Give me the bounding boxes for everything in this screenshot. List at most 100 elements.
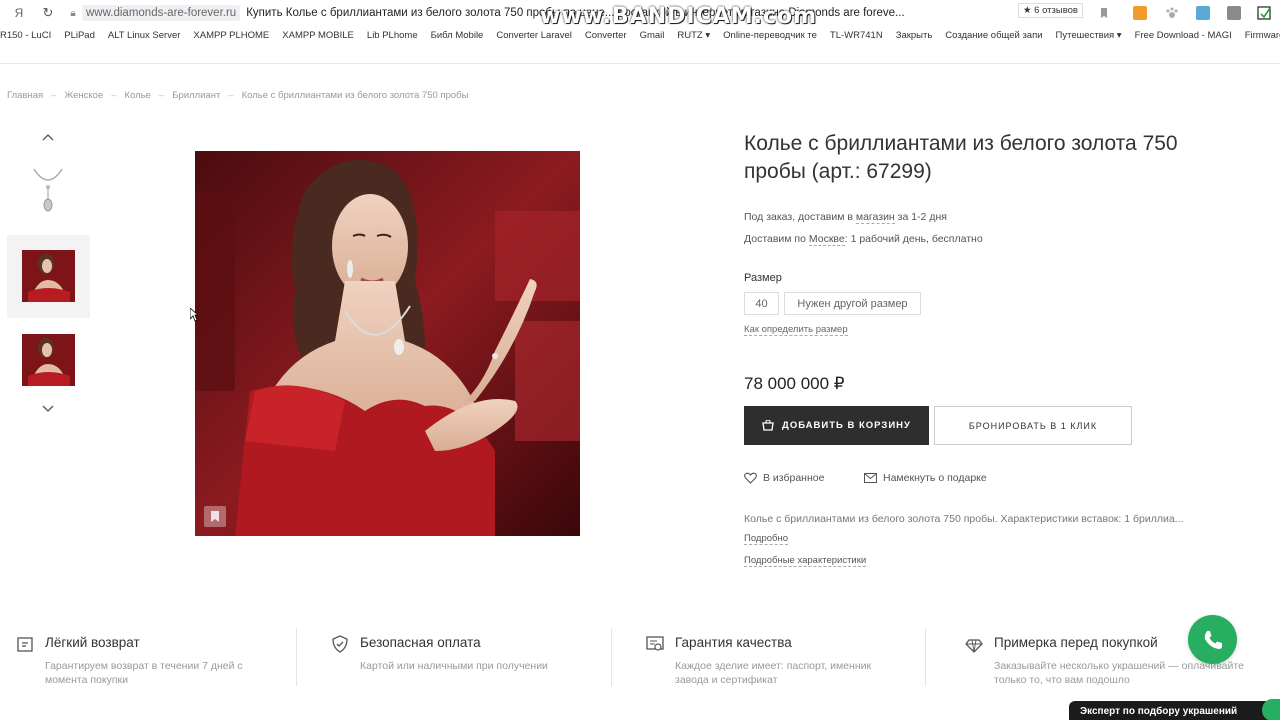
breadcrumb-item[interactable]: Женское [64,90,103,101]
lock-icon: 🔒︎ [70,7,76,19]
breadcrumb-item[interactable]: Главная [7,90,43,101]
one-click-reserve-button[interactable]: БРОНИРОВАТЬ В 1 КЛИК [934,406,1132,445]
more-details-link[interactable]: Подробно [744,533,788,545]
image-extension-icon[interactable] [1227,6,1241,20]
return-box-icon [17,637,33,652]
thumbnail-model-1[interactable] [22,250,75,302]
product-price: 78 000 000 ₽ [744,374,845,393]
favorites-label: В избранное [763,472,825,484]
bookmark-item[interactable]: Gmail [640,30,665,41]
paw-icon[interactable] [1165,6,1179,20]
benefit-title: Лёгкий возврат [45,635,140,650]
size-guide-link[interactable]: Как определить размер [744,324,848,336]
breadcrumb-separator: – [158,90,165,101]
call-button[interactable] [1188,615,1237,664]
benefit-desc: Гарантируем возврат в течении 7 дней с мо… [45,659,243,687]
benefit-title: Безопасная оплата [360,635,481,650]
benefit-desc-line-2: момента покупки [45,674,128,686]
benefit-divider [611,628,612,686]
bookmark-icon-overlay[interactable] [204,506,226,527]
bookmark-item[interactable]: Firmware Releases - GL [1245,30,1280,41]
gift-hint-link[interactable]: Намекнуть о подарке [864,472,987,484]
bookmark-icon[interactable] [1097,6,1111,20]
rss-icon[interactable] [1133,6,1147,20]
benefit-desc-line-2: только то, что вам подошло [994,674,1130,686]
phone-icon [1204,630,1222,649]
delivery-city-time: : 1 рабочий день, бесплатно [844,233,983,245]
mouse-cursor-icon [189,307,200,322]
yandex-logo[interactable]: Я [0,6,38,20]
benefit-title: Примерка перед покупкой [994,635,1158,650]
city-link[interactable]: Москве [808,233,845,246]
other-size-button[interactable]: Нужен другой размер [784,292,921,315]
product-description: Колье с бриллиантами из белого золота 75… [744,513,1184,525]
add-to-cart-button[interactable]: ДОБАВИТЬ В КОРЗИНУ [744,406,929,445]
bookmark-item[interactable]: Converter Laravel [496,30,572,41]
benefit-divider [925,628,926,686]
benefit-desc-line-1: Каждое зделие имеет: паспорт, именник [675,660,872,672]
benefit-title: Гарантия качества [675,635,792,650]
breadcrumb-separator: – [111,90,117,101]
header-divider [0,63,1280,64]
delivery-store-time: за 1-2 дня [894,211,947,223]
benefit-desc-line-1: Картой или наличными при получении [360,660,548,672]
bookmark-item[interactable]: PLiPad [64,30,95,41]
delivery-store-text: Под заказ, доставим в [744,211,856,223]
benefit-quality: Гарантия качества Каждое зделие имеет: п… [645,628,920,688]
reload-icon[interactable]: ↻ [38,5,58,21]
delivery-city-text: Доставим по [744,233,809,245]
breadcrumb-separator: – [228,90,234,101]
bookmarks-bar: R150 - LuCI PLiPad ALT Linux Server XAMPP P… [0,26,1280,44]
benefit-desc-line-1: Гарантируем возврат в течении 7 дней с [45,660,243,672]
shield-check-icon [332,635,348,653]
detailed-specs-link[interactable]: Подробные характеристики [744,555,867,567]
chevron-up-icon[interactable] [40,131,56,143]
breadcrumb-separator: – [51,90,57,101]
benefit-desc: Картой или наличными при получении [360,659,548,673]
reviews-badge[interactable]: ★ 6 отзывов [1018,3,1083,18]
thumbnail-necklace[interactable] [28,165,68,217]
url-field[interactable]: www.diamonds-are-forever.ru [82,5,241,21]
bookmark-item[interactable]: Закрыть [896,30,933,41]
add-to-favorites[interactable]: В избранное [744,472,824,484]
bookmark-item[interactable]: XAMPP MOBILE [282,30,354,41]
expert-chat-button[interactable]: Эксперт по подбору украшений [1069,701,1280,720]
benefit-secure-payment: Безопасная оплата Картой или наличными п… [330,628,605,688]
bookmark-item[interactable]: Free Download - MAGI [1135,30,1232,41]
translate-icon[interactable] [1257,6,1271,20]
bookmark-item[interactable]: Создание общей запи [945,30,1042,41]
gift-hint-label: Намекнуть о подарке [883,472,987,484]
breadcrumb-item[interactable]: Бриллиант [172,90,220,101]
bookmark-item[interactable]: Converter [585,30,627,41]
heart-icon [744,472,757,484]
product-title: Колье с бриллиантами из белого золота 75… [744,132,1178,183]
certificate-icon [646,636,664,651]
product-main-image[interactable] [195,151,580,536]
thumbnail-model-2[interactable] [22,334,75,386]
delivery-store-info: Под заказ, доставим в магазин за 1-2 дня [744,211,947,224]
bookmark-item[interactable]: ALT Linux Server [108,30,181,41]
size-option-40[interactable]: 40 [744,292,779,315]
breadcrumb: Главная – Женское – Колье – Бриллиант – Колье с … [7,90,468,101]
breadcrumb-item[interactable]: Колье [125,90,151,101]
bookmark-item[interactable]: Lib PLhome [367,30,418,41]
store-link[interactable]: магазин [855,211,895,224]
benefit-desc-line-2: завода и сертификат [675,674,778,686]
bookmark-item[interactable]: RUTZ ▾ [677,30,710,41]
envelope-icon [864,473,877,483]
extension-icon[interactable] [1196,6,1210,20]
bookmark-item[interactable]: Библ Mobile [431,30,484,41]
size-label: Размер [744,272,782,284]
bookmark-item[interactable]: R150 - LuCI [0,30,51,41]
add-to-cart-label: ДОБАВИТЬ В КОРЗИНУ [782,420,911,431]
chat-status-indicator [1262,699,1280,720]
benefit-easy-return: Лёгкий возврат Гарантируем возврат в теч… [15,628,290,688]
bookmark-item[interactable]: XAMPP PLHOME [193,30,269,41]
bookmark-item[interactable]: Путешествия ▾ [1056,30,1122,41]
bookmark-item[interactable]: TL-WR741N [830,30,883,41]
cart-icon [762,420,774,431]
bookmark-item[interactable]: Online-переводчик те [723,30,817,41]
diamond-icon [965,639,983,653]
benefit-divider [296,628,297,686]
chevron-down-icon[interactable] [40,403,56,415]
